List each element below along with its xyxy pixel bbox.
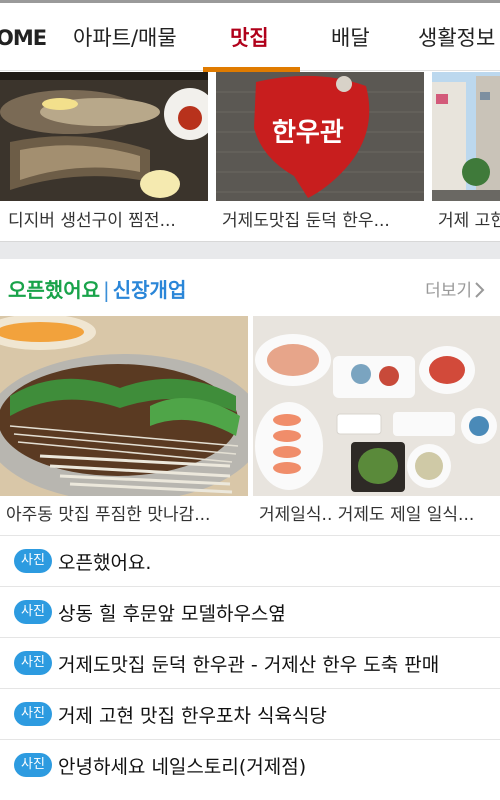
restaurant-sign-photo: 한우관 xyxy=(216,72,424,201)
list-item[interactable]: 사진 거제도맛집 둔덕 한우관 - 거제산 한우 도축 판매 xyxy=(0,637,500,688)
category-tab-bar: OME 아파트/매물 맛집 배달 생활정보 xyxy=(0,3,500,72)
list-item-title: 거제 고현 맛집 한우포차 식육식당 xyxy=(58,704,327,727)
opening-card[interactable]: 거제일식.. 거제도 제일 일식... xyxy=(253,316,500,534)
photo-badge: 사진 xyxy=(14,753,52,777)
featured-card-caption: 거제도맛집 둔덕 한우... xyxy=(222,211,390,231)
featured-card[interactable]: 한우관 거제도맛집 둔덕 한우... xyxy=(216,72,424,240)
japanese-course-photo xyxy=(253,316,500,496)
tab-delivery[interactable]: 배달 xyxy=(331,3,370,71)
photo-badge: 사진 xyxy=(14,600,52,624)
featured-card-caption: 거제 고현 xyxy=(438,211,500,231)
tab-restaurants[interactable]: 맛집 xyxy=(230,3,269,71)
more-link[interactable]: 더보기 xyxy=(425,276,486,301)
featured-carousel: 디지버 생선구이 찜전... 한우관 거제도맛집 둔덕 한우... 거제 고현 xyxy=(0,72,500,240)
post-list: 사진 오픈했어요. 사진 상동 힐 후문앞 모델하우스옆 사진 거제도맛집 둔덕… xyxy=(0,535,500,790)
more-label: 더보기 xyxy=(425,281,472,301)
opening-card[interactable]: 아주동 맛집 푸짐한 맛나감... xyxy=(0,316,248,534)
tab-apartment[interactable]: 아파트/매물 xyxy=(73,3,177,71)
section-title-open: 오픈했어요 xyxy=(8,278,100,302)
photo-badge: 사진 xyxy=(14,702,52,726)
tab-life-info[interactable]: 생활정보 xyxy=(418,3,495,71)
grilled-fish-photo xyxy=(0,72,208,201)
list-item[interactable]: 사진 오픈했어요. xyxy=(0,535,500,586)
photo-badge: 사진 xyxy=(14,549,52,573)
opening-card-caption: 거제일식.. 거제도 제일 일식... xyxy=(259,505,475,525)
bulgogi-dish-photo xyxy=(0,316,248,496)
section-title: 오픈했어요 | 신장개업 xyxy=(8,274,186,303)
section-title-divider: | xyxy=(103,278,110,302)
featured-card-caption: 디지버 생선구이 찜전... xyxy=(8,211,176,231)
section-divider xyxy=(0,241,500,259)
featured-card[interactable]: 거제 고현 xyxy=(432,72,500,240)
tab-home[interactable]: OME xyxy=(0,3,47,71)
opening-card-caption: 아주동 맛집 푸짐한 맛나감... xyxy=(6,505,211,525)
list-item[interactable]: 사진 안녕하세요 네일스토리(거제점) xyxy=(0,739,500,790)
sign-text: 한우관 xyxy=(272,118,344,148)
list-item-title: 상동 힐 후문앞 모델하우스옆 xyxy=(58,602,286,625)
list-item[interactable]: 사진 상동 힐 후문앞 모델하우스옆 xyxy=(0,586,500,637)
list-item-title: 거제도맛집 둔덕 한우관 - 거제산 한우 도축 판매 xyxy=(58,653,440,676)
list-item-title: 오픈했어요. xyxy=(58,551,152,574)
photo-badge: 사진 xyxy=(14,651,52,675)
street-photo xyxy=(432,72,500,201)
new-openings-grid: 아주동 맛집 푸짐한 맛나감... 거제일식.. 거제도 제일 일식... xyxy=(0,316,500,534)
list-item-title: 안녕하세요 네일스토리(거제점) xyxy=(58,755,307,778)
featured-card[interactable]: 디지버 생선구이 찜전... xyxy=(0,72,208,240)
section-title-new: 신장개업 xyxy=(112,278,187,302)
list-item[interactable]: 사진 거제 고현 맛집 한우포차 식육식당 xyxy=(0,688,500,739)
new-openings-header: 오픈했어요 | 신장개업 더보기 xyxy=(0,260,500,314)
chevron-right-icon xyxy=(472,281,486,301)
